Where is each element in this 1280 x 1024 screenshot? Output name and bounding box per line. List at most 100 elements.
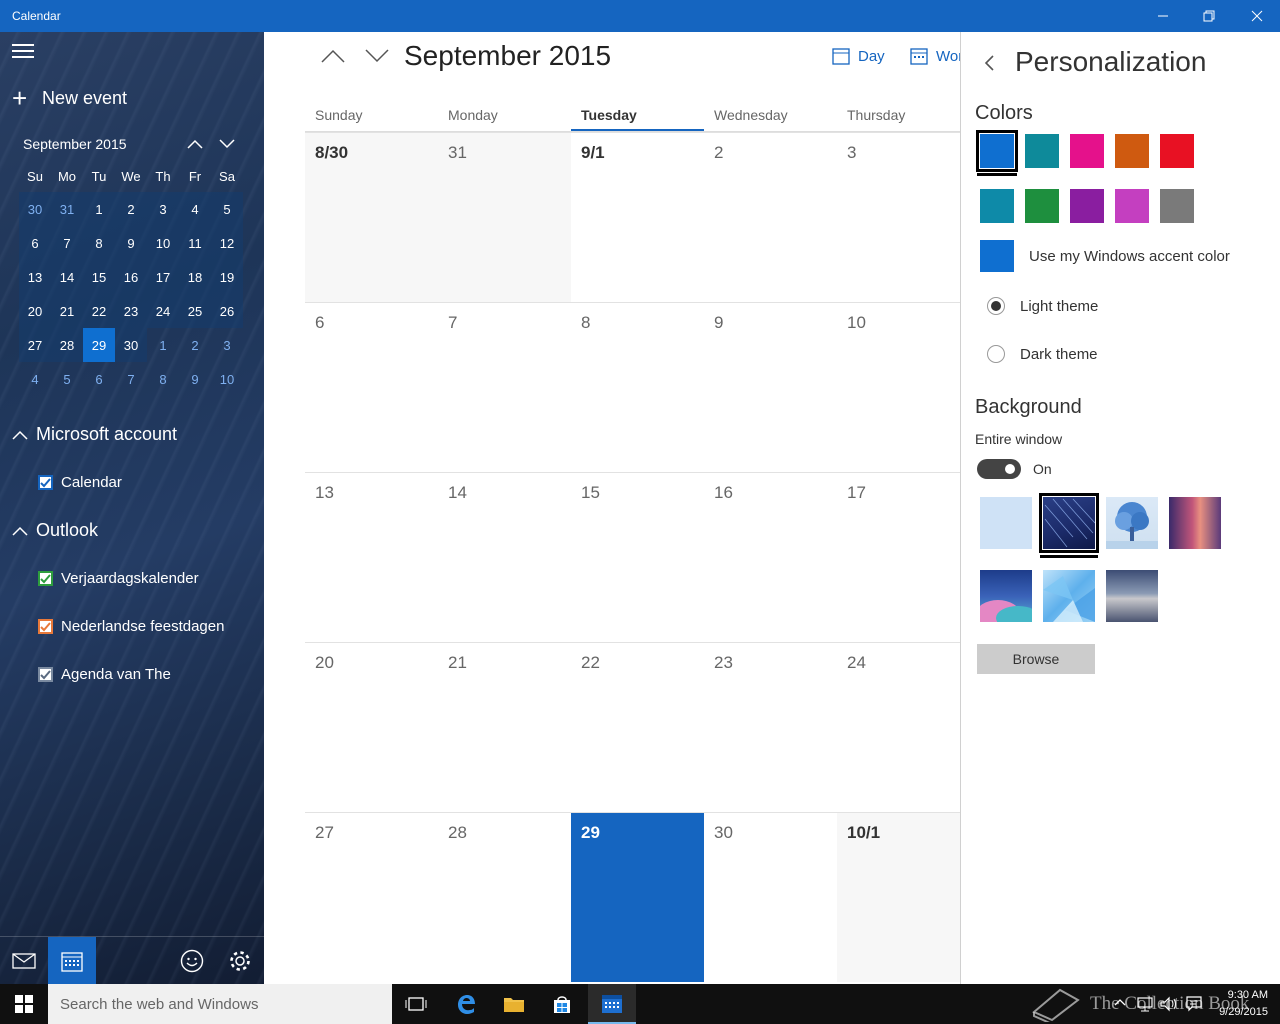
mini-calendar-day[interactable]: 10 bbox=[147, 226, 179, 260]
mini-calendar-day[interactable]: 13 bbox=[19, 260, 51, 294]
group-outlook[interactable]: Outlook bbox=[12, 518, 98, 542]
calendar-day-cell[interactable]: 9 bbox=[704, 302, 837, 472]
calendar-day-cell[interactable]: 10 bbox=[837, 302, 960, 472]
dark-theme-radio[interactable]: Dark theme bbox=[987, 345, 1098, 363]
mini-calendar-day[interactable]: 9 bbox=[179, 362, 211, 396]
calendar-day-cell[interactable]: 7 bbox=[438, 302, 571, 472]
previous-month-button[interactable] bbox=[318, 44, 348, 68]
calendar-day-cell[interactable]: 3 bbox=[837, 132, 960, 302]
mini-calendar-day[interactable]: 14 bbox=[51, 260, 83, 294]
calendar-day-cell[interactable]: 13 bbox=[305, 472, 438, 642]
mini-calendar-day[interactable]: 8 bbox=[83, 226, 115, 260]
edge-browser-button[interactable] bbox=[442, 984, 490, 1024]
accent-color-option[interactable]: Use my Windows accent color bbox=[980, 240, 1230, 272]
background-thumbnail-lake[interactable] bbox=[1106, 570, 1158, 622]
calendar-day-cell[interactable]: 31 bbox=[438, 132, 571, 302]
action-center-icon[interactable] bbox=[1186, 996, 1202, 1012]
mini-calendar-day[interactable]: 2 bbox=[179, 328, 211, 362]
hamburger-menu-icon[interactable] bbox=[12, 44, 34, 60]
mini-calendar-day[interactable]: 2 bbox=[115, 192, 147, 226]
start-button[interactable] bbox=[0, 984, 48, 1024]
entire-window-toggle[interactable]: On bbox=[977, 459, 1052, 479]
color-swatch[interactable] bbox=[976, 130, 1018, 172]
calendar-day-cell[interactable]: 20 bbox=[305, 642, 438, 812]
mini-calendar-day[interactable]: 4 bbox=[19, 362, 51, 396]
color-swatch[interactable] bbox=[1025, 189, 1059, 223]
calendar-day-cell[interactable]: 27 bbox=[305, 812, 438, 982]
calendar-item[interactable]: Verjaardagskalender bbox=[38, 568, 199, 588]
mini-calendar-day[interactable]: 16 bbox=[115, 260, 147, 294]
mini-calendar-day[interactable]: 3 bbox=[147, 192, 179, 226]
background-thumbnail-plain[interactable] bbox=[980, 497, 1032, 549]
calendar-app-button[interactable] bbox=[588, 984, 636, 1024]
calendar-day-cell[interactable]: 2 bbox=[704, 132, 837, 302]
color-swatch[interactable] bbox=[1070, 189, 1104, 223]
checkbox-checked-icon[interactable] bbox=[38, 570, 53, 586]
feedback-button[interactable] bbox=[168, 937, 216, 984]
calendar-item[interactable]: Agenda van The bbox=[38, 664, 171, 684]
calendar-day-cell[interactable]: 10/1 bbox=[837, 812, 960, 982]
background-thumbnail-hills[interactable] bbox=[976, 570, 1040, 630]
color-swatch[interactable] bbox=[1115, 134, 1149, 168]
group-microsoft-account[interactable]: Microsoft account bbox=[12, 422, 177, 446]
mini-calendar-day[interactable]: 15 bbox=[83, 260, 115, 294]
next-month-button[interactable] bbox=[362, 44, 392, 68]
calendar-day-cell[interactable]: 16 bbox=[704, 472, 837, 642]
mini-calendar-day[interactable]: 7 bbox=[115, 362, 147, 396]
calendar-day-cell[interactable]: 29 bbox=[571, 812, 704, 982]
color-swatch[interactable] bbox=[1160, 189, 1194, 223]
mini-calendar-day[interactable]: 1 bbox=[83, 192, 115, 226]
color-swatch[interactable] bbox=[1160, 134, 1194, 168]
calendar-day-cell[interactable]: 23 bbox=[704, 642, 837, 812]
background-thumbnail-streaks[interactable] bbox=[1039, 493, 1099, 553]
chevron-up-icon[interactable] bbox=[1114, 998, 1126, 1006]
calendar-day-cell[interactable]: 28 bbox=[438, 812, 571, 982]
mini-calendar-day[interactable]: 30 bbox=[19, 192, 51, 226]
restore-button[interactable] bbox=[1186, 0, 1232, 32]
calendar-day-cell[interactable]: 9/1 bbox=[571, 132, 704, 302]
calendar-item[interactable]: Calendar bbox=[38, 472, 122, 492]
mini-calendar-day[interactable]: 12 bbox=[211, 226, 243, 260]
mini-calendar-day[interactable]: 8 bbox=[147, 362, 179, 396]
taskbar-search-box[interactable]: Search the web and Windows bbox=[48, 984, 392, 1024]
mini-calendar-day[interactable]: 9 bbox=[115, 226, 147, 260]
mini-calendar-day[interactable]: 4 bbox=[179, 192, 211, 226]
mini-calendar-day[interactable]: 6 bbox=[19, 226, 51, 260]
color-swatch[interactable] bbox=[1070, 134, 1104, 168]
mini-calendar-day[interactable]: 11 bbox=[179, 226, 211, 260]
mini-calendar-day[interactable]: 7 bbox=[51, 226, 83, 260]
mini-calendar-day[interactable]: 29 bbox=[83, 328, 115, 362]
mini-calendar-day[interactable]: 26 bbox=[211, 294, 243, 328]
file-explorer-button[interactable] bbox=[490, 984, 538, 1024]
mini-calendar-day[interactable]: 22 bbox=[83, 294, 115, 328]
mini-calendar-day[interactable]: 17 bbox=[147, 260, 179, 294]
checkbox-checked-icon[interactable] bbox=[38, 618, 53, 634]
mini-calendar-day[interactable]: 18 bbox=[179, 260, 211, 294]
calendar-day-cell[interactable]: 17 bbox=[837, 472, 960, 642]
checkbox-checked-icon[interactable] bbox=[38, 474, 53, 490]
calendar-day-cell[interactable]: 6 bbox=[305, 302, 438, 472]
mini-calendar-day[interactable]: 24 bbox=[147, 294, 179, 328]
task-view-button[interactable] bbox=[392, 984, 440, 1024]
browse-button[interactable]: Browse bbox=[977, 644, 1095, 674]
network-icon[interactable] bbox=[1136, 996, 1154, 1012]
light-theme-radio[interactable]: Light theme bbox=[987, 297, 1098, 315]
calendar-day-cell[interactable]: 21 bbox=[438, 642, 571, 812]
calendar-day-cell[interactable]: 24 bbox=[837, 642, 960, 812]
day-view-button[interactable]: Day bbox=[832, 44, 885, 68]
mini-calendar-day[interactable]: 23 bbox=[115, 294, 147, 328]
mini-calendar-day[interactable]: 3 bbox=[211, 328, 243, 362]
mini-calendar-day[interactable]: 25 bbox=[179, 294, 211, 328]
mini-calendar-day[interactable]: 5 bbox=[51, 362, 83, 396]
mini-calendar-day[interactable]: 20 bbox=[19, 294, 51, 328]
color-swatch[interactable] bbox=[980, 189, 1014, 223]
mini-calendar-day[interactable]: 5 bbox=[211, 192, 243, 226]
store-button[interactable] bbox=[538, 984, 586, 1024]
close-button[interactable] bbox=[1234, 0, 1280, 32]
color-swatch[interactable] bbox=[1115, 189, 1149, 223]
system-clock[interactable]: 9:30 AM 9/29/2015 bbox=[1219, 987, 1268, 1021]
mini-calendar-day[interactable]: 31 bbox=[51, 192, 83, 226]
calendar-day-cell[interactable]: 14 bbox=[438, 472, 571, 642]
mini-next-month-button[interactable] bbox=[216, 134, 238, 154]
calendar-day-cell[interactable]: 30 bbox=[704, 812, 837, 982]
